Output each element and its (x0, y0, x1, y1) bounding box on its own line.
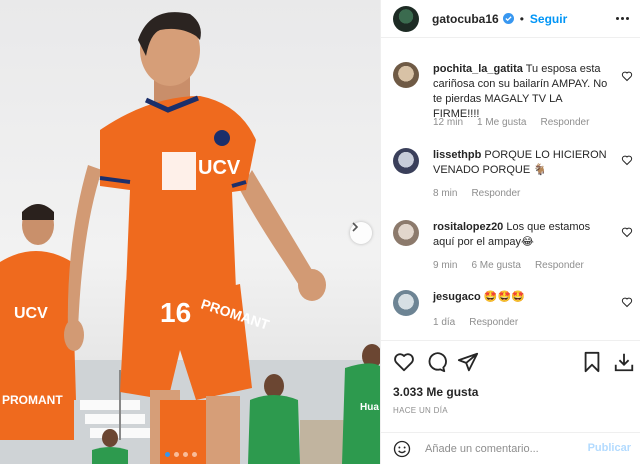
like-comment-heart-icon[interactable] (621, 70, 633, 82)
chevron-right-icon (352, 222, 359, 232)
reply-button[interactable]: Responder (541, 117, 590, 128)
emoji-smiley-icon[interactable] (393, 440, 411, 458)
carousel-dot (165, 452, 170, 457)
comment-username[interactable]: rositalopez20 (433, 221, 503, 233)
comment-text-block: lissethpb PORQUE LO HICIERON VENADO PORQ… (433, 148, 611, 178)
jersey-sponsor: UCV (198, 157, 241, 179)
header-separator: • (519, 11, 524, 26)
like-comment-heart-icon[interactable] (621, 226, 633, 238)
post-photo: UCV PROMANT Hua UCV 16 PROMANT (0, 12, 380, 464)
likes-count[interactable]: 3.033 Me gusta (393, 385, 478, 399)
comment-time: 12 min (433, 117, 464, 128)
comment-text-block: jesugaco 🤩🤩🤩 (433, 290, 611, 305)
publish-button[interactable]: Publicar (588, 442, 631, 454)
save-bookmark-icon[interactable] (581, 351, 603, 373)
comment-text-block: rositalopez20 Los que estamos aquí por e… (433, 220, 611, 250)
add-comment-bar: Publicar (381, 432, 640, 464)
reply-button[interactable]: Responder (471, 188, 520, 199)
share-paper-plane-icon[interactable] (457, 351, 479, 373)
comment-username[interactable]: jesugaco (433, 291, 481, 303)
reply-button[interactable]: Responder (535, 260, 584, 271)
next-slide-button[interactable] (350, 222, 372, 244)
post-header: gatocuba16 • Seguir (381, 0, 640, 38)
more-options-icon[interactable] (616, 11, 630, 25)
comment-username[interactable]: lissethpb (433, 149, 481, 161)
commenter-avatar[interactable] (393, 220, 419, 246)
action-bar (393, 351, 635, 375)
comment-username[interactable]: pochita_la_gatita (433, 63, 523, 75)
comment-meta: 12 min 1 Me gusta Responder (433, 117, 589, 128)
jersey-number: 16 (160, 297, 191, 328)
reply-button[interactable]: Responder (469, 317, 518, 328)
teammate-left: UCV PROMANT (0, 204, 76, 440)
post-media[interactable]: UCV PROMANT Hua UCV 16 PROMANT (0, 0, 380, 464)
post-sidebar: gatocuba16 • Seguir pochita_la_gatita Tu… (380, 0, 640, 464)
comment-likes[interactable]: 6 Me gusta (471, 260, 520, 271)
verified-badge-icon (502, 13, 514, 24)
download-icon[interactable] (613, 351, 635, 373)
comment-meta: 9 min 6 Me gusta Responder (433, 260, 584, 271)
comment-input[interactable] (425, 441, 585, 457)
comment-text-block: pochita_la_gatita Tu esposa esta cariños… (433, 62, 611, 122)
carousel-dot (192, 452, 197, 457)
comment-bubble-icon[interactable] (425, 351, 447, 373)
like-heart-icon[interactable] (393, 351, 415, 373)
comment-meta: 1 día Responder (433, 317, 518, 328)
author-username[interactable]: gatocuba16 (432, 12, 499, 26)
commenter-avatar[interactable] (393, 290, 419, 316)
comment-time: 1 día (433, 317, 456, 328)
carousel-dot (174, 452, 179, 457)
svg-text:Hua: Hua (360, 402, 379, 413)
post-actions-section: 3.033 Me gusta HACE UN DÍA (381, 340, 640, 415)
comment-likes[interactable]: 1 Me gusta (477, 117, 526, 128)
svg-text:PROMANT: PROMANT (2, 393, 63, 407)
svg-text:UCV: UCV (14, 305, 48, 322)
like-comment-heart-icon[interactable] (621, 154, 633, 166)
commenter-avatar[interactable] (393, 148, 419, 174)
post-timestamp: HACE UN DÍA (393, 406, 448, 415)
comment-time: 9 min (433, 260, 458, 271)
carousel-dot (183, 452, 188, 457)
comment-text: 🤩🤩🤩 (483, 291, 525, 303)
comment-meta: 8 min Responder (433, 188, 520, 199)
follow-button[interactable]: Seguir (530, 12, 567, 26)
carousel-indicator (165, 452, 197, 457)
author-avatar[interactable] (393, 5, 419, 32)
comment-time: 8 min (433, 188, 458, 199)
like-comment-heart-icon[interactable] (621, 296, 633, 308)
commenter-avatar[interactable] (393, 62, 419, 88)
